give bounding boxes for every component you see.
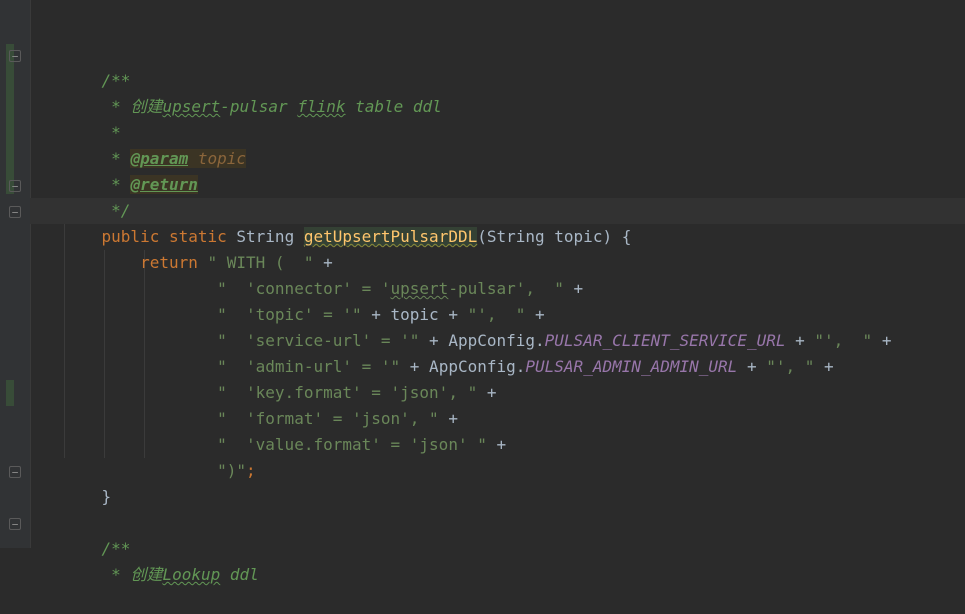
code-line[interactable]: ")";: [63, 432, 256, 480]
code-line[interactable]: /**: [63, 510, 131, 558]
code-text: +: [486, 435, 507, 454]
code-line[interactable]: " 'key.format' = 'json', " +: [63, 354, 496, 402]
change-marker[interactable]: [6, 44, 14, 194]
fold-toggle-icon[interactable]: −: [9, 180, 21, 193]
code-line[interactable]: " 'value.format' = 'json' " +: [63, 406, 506, 454]
semicolon: ;: [246, 461, 256, 480]
code-line[interactable]: }: [63, 458, 112, 506]
code-line[interactable]: * @return: [63, 146, 198, 194]
doc-comment: *: [101, 565, 131, 584]
code-line[interactable]: " 'connector' = 'upsert-pulsar', " +: [63, 250, 583, 298]
code-line[interactable]: * @param topic: [63, 120, 247, 168]
typo-word: flink: [297, 97, 346, 116]
doc-comment: table ddl: [345, 97, 442, 116]
code-line[interactable]: * 创建Lookup ddl: [63, 536, 259, 584]
code-text: +: [814, 357, 834, 376]
code-line[interactable]: " 'topic' = '" + topic + "', " +: [63, 276, 545, 324]
editor-gutter[interactable]: − − − − −: [0, 0, 31, 548]
code-text: +: [477, 383, 497, 402]
doc-comment: 创建: [130, 565, 163, 584]
doc-tag: @return: [130, 175, 198, 194]
code-line[interactable]: *: [63, 94, 121, 142]
code-line[interactable]: " 'service-url' = '" + AppConfig.PULSAR_…: [63, 302, 891, 350]
code-line[interactable]: * 创建upsert-pulsar flink table ddl: [63, 68, 442, 116]
static-constant: PULSAR_ADMIN_ADMIN_URL: [525, 357, 738, 376]
doc-comment: ddl: [220, 565, 259, 584]
code-text: +: [737, 357, 767, 376]
fold-toggle-icon[interactable]: −: [9, 50, 21, 63]
fold-toggle-icon[interactable]: −: [9, 206, 21, 219]
string-literal: " 'value.format' = 'json' ": [217, 435, 487, 454]
string-literal: "', ": [766, 357, 815, 376]
fold-toggle-icon[interactable]: −: [9, 518, 21, 531]
code-text: +: [872, 331, 892, 350]
code-line[interactable]: " 'format' = 'json', " +: [63, 380, 458, 428]
doc-param-name: topic: [197, 149, 247, 168]
code-text: +: [563, 279, 584, 298]
doc-comment: -pulsar: [220, 97, 298, 116]
code-line[interactable]: return " WITH ( " +: [63, 224, 333, 272]
closing-brace: }: [101, 487, 112, 506]
typo-word: upsert: [162, 97, 221, 116]
code-line[interactable]: */: [63, 172, 130, 220]
typo-word: Lookup: [162, 565, 221, 584]
code-line[interactable]: public static String getUpsertPulsarDDL(…: [63, 198, 631, 246]
code-line[interactable]: /**: [63, 42, 131, 90]
code-editor[interactable]: /** * 创建upsert-pulsar flink table ddl * …: [30, 0, 965, 584]
doc-comment: 创建: [130, 97, 163, 116]
code-text: (String topic) {: [477, 227, 632, 246]
fold-toggle-icon[interactable]: −: [9, 466, 21, 479]
code-line[interactable]: " 'admin-url' = '" + AppConfig.PULSAR_AD…: [63, 328, 834, 376]
change-marker[interactable]: [6, 380, 14, 406]
string-literal: ")": [217, 461, 247, 480]
